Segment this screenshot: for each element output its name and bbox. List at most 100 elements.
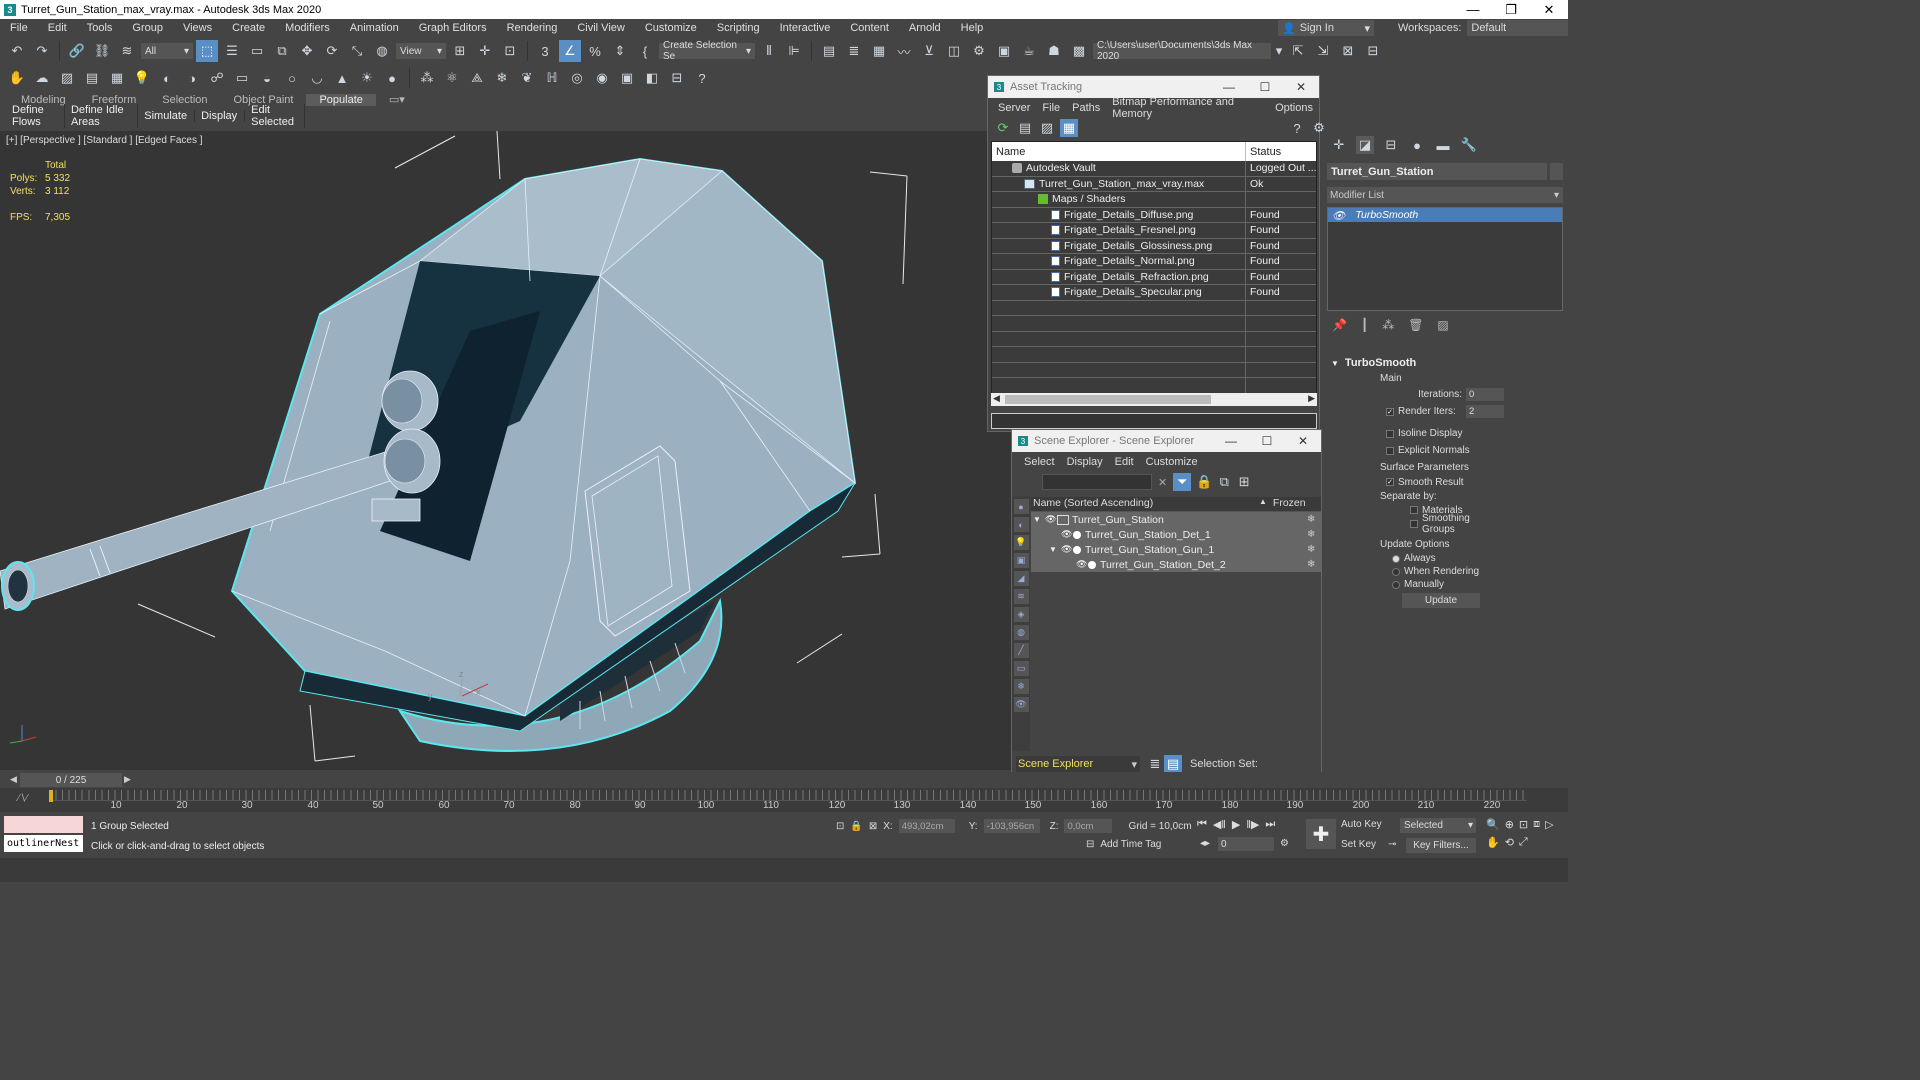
- pivot-icon[interactable]: ⊞: [449, 40, 471, 62]
- menu-arnold[interactable]: Arnold: [899, 22, 951, 34]
- column-frozen[interactable]: Frozen: [1267, 497, 1321, 511]
- track-bar[interactable]: ⁄∖⁄ 10 20 30 40 50 60 70 80 90 100 110 1…: [0, 788, 1568, 812]
- scroll-left-icon[interactable]: ◀: [993, 393, 1000, 404]
- y-coord-field[interactable]: -103,956cn: [983, 819, 1040, 833]
- time-slider[interactable]: ◀ 0 / 225 ▶: [0, 772, 1568, 788]
- mirror-icon[interactable]: ⫴: [758, 40, 780, 62]
- make-unique-icon[interactable]: ⁂: [1382, 318, 1394, 332]
- menu-group[interactable]: Group: [122, 22, 173, 34]
- expand-arrow-icon[interactable]: ▼: [1033, 515, 1045, 524]
- eye-icon[interactable]: 👁: [1061, 529, 1073, 540]
- menu-bitmap-performance[interactable]: Bitmap Performance and Memory: [1106, 96, 1269, 120]
- table-row[interactable]: Maps / Shaders: [992, 192, 1316, 208]
- bowl-icon[interactable]: ◡: [306, 67, 328, 89]
- container-filter-icon[interactable]: ▭: [1013, 661, 1029, 676]
- project-set-icon[interactable]: ⊠: [1337, 40, 1359, 62]
- menu-server[interactable]: Server: [992, 102, 1036, 114]
- scale-icon[interactable]: ⤡: [346, 40, 368, 62]
- add-time-tag[interactable]: ⊟ Add Time Tag: [1086, 839, 1161, 850]
- select-manipulate-icon[interactable]: ✛: [474, 40, 496, 62]
- named-selection-dropdown[interactable]: Create Selection Se ▾: [659, 40, 755, 62]
- sphere-light-icon[interactable]: ○: [281, 67, 303, 89]
- select-object-icon[interactable]: ⬚: [196, 40, 218, 62]
- hierarchy-icon[interactable]: ⧉: [1217, 473, 1231, 491]
- align-icon[interactable]: ⊫: [783, 40, 805, 62]
- tab-selection[interactable]: Selection: [149, 94, 220, 106]
- explicit-normals-checkbox[interactable]: [1386, 446, 1394, 455]
- render-iterative-icon[interactable]: ☗: [1043, 40, 1065, 62]
- ref-coord-dropdown[interactable]: View ▾: [396, 43, 446, 59]
- manually-radio[interactable]: [1392, 580, 1400, 589]
- zoom-extents-icon[interactable]: ⊡: [1519, 818, 1528, 831]
- tab-populate[interactable]: Populate: [306, 93, 376, 106]
- ribbon-options-icon[interactable]: ▭▾: [376, 93, 418, 106]
- scrollbar-thumb[interactable]: [1005, 395, 1211, 404]
- help-icon[interactable]: ?: [691, 67, 713, 89]
- auto-key-button[interactable]: Auto Key: [1341, 819, 1382, 830]
- object-color-swatch[interactable]: [1550, 163, 1563, 180]
- frozen-icon[interactable]: ❄: [1307, 544, 1315, 555]
- render-frame-icon[interactable]: ▣: [993, 40, 1015, 62]
- rect-selection-icon[interactable]: ▭: [246, 40, 268, 62]
- column-name[interactable]: Name: [992, 142, 1246, 161]
- frozen-icon[interactable]: ❄: [1307, 559, 1315, 570]
- redo-icon[interactable]: ↷: [31, 40, 53, 62]
- horizontal-scrollbar[interactable]: ◀ ▶: [991, 393, 1317, 406]
- layers-icon[interactable]: ≣: [1146, 755, 1164, 773]
- menu-edit[interactable]: Edit: [38, 22, 77, 34]
- create-tab-icon[interactable]: ✛: [1330, 136, 1348, 154]
- tree-row[interactable]: ▼ 👁 Turret_Gun_Station ❄: [1031, 512, 1321, 527]
- maxscript-input[interactable]: outlinerNest: [4, 835, 83, 852]
- move-icon[interactable]: ✥: [296, 40, 318, 62]
- column-status[interactable]: Status: [1246, 142, 1316, 161]
- scene-converter-icon[interactable]: ⊟: [666, 67, 688, 89]
- project-folder-icon[interactable]: ⇱: [1287, 40, 1309, 62]
- refresh-icon[interactable]: ⟳: [994, 119, 1012, 137]
- object-name-field[interactable]: Turret_Gun_Station: [1327, 163, 1547, 180]
- go-to-start-icon[interactable]: ⏮: [1197, 818, 1207, 831]
- define-flows-button[interactable]: Define Flows: [6, 104, 65, 128]
- curve-editor-toggle-icon[interactable]: ⁄∖⁄: [18, 793, 28, 804]
- menu-scripting[interactable]: Scripting: [707, 22, 770, 34]
- menu-create[interactable]: Create: [222, 22, 275, 34]
- menu-customize[interactable]: Customize: [1140, 456, 1204, 468]
- geometry-filter-icon[interactable]: ●: [1013, 499, 1029, 514]
- asset-path-field[interactable]: [991, 413, 1317, 429]
- placement-icon[interactable]: ◍: [371, 40, 393, 62]
- window-crossing-icon[interactable]: ⧉: [271, 40, 293, 62]
- always-radio[interactable]: [1392, 554, 1400, 563]
- column-name-sorted[interactable]: Name (Sorted Ascending): [1031, 497, 1259, 511]
- selection-lock-icon[interactable]: 🔒: [850, 821, 862, 832]
- menu-animation[interactable]: Animation: [340, 22, 409, 34]
- eye-icon[interactable]: 👁: [1045, 514, 1057, 525]
- key-filters-button[interactable]: Key Filters...: [1406, 838, 1476, 853]
- grid-icon[interactable]: ▦: [106, 67, 128, 89]
- material-editor-icon[interactable]: ◫: [943, 40, 965, 62]
- utilities-tab-icon[interactable]: 🔧: [1460, 136, 1478, 154]
- clear-icon[interactable]: ✕: [1158, 476, 1167, 489]
- close-icon[interactable]: ✕: [1283, 80, 1319, 94]
- bind-space-warp-icon[interactable]: ≋: [116, 40, 138, 62]
- layer-icon[interactable]: ⊞: [1237, 473, 1251, 491]
- tree-row[interactable]: ▼ 👁 Turret_Gun_Station_Gun_1 ❄: [1031, 542, 1321, 557]
- time-slider-thumb[interactable]: 0 / 225: [20, 773, 122, 787]
- render-setup-icon[interactable]: ⚙: [968, 40, 990, 62]
- unlink-icon[interactable]: ⛓: [91, 40, 113, 62]
- tree-row[interactable]: 👁 Turret_Gun_Station_Det_1 ❄: [1031, 527, 1321, 542]
- brush-icon[interactable]: ✋: [6, 67, 28, 89]
- maximize-icon[interactable]: ☐: [1249, 434, 1285, 448]
- cloud-icon[interactable]: ☁: [31, 67, 53, 89]
- next-frame-icon[interactable]: ▶: [124, 774, 131, 785]
- set-key-button[interactable]: Set Key: [1341, 839, 1376, 850]
- cone-icon[interactable]: ▲: [331, 67, 353, 89]
- mesh-light-icon[interactable]: ☍: [206, 67, 228, 89]
- tree-row[interactable]: 👁 Turret_Gun_Station_Det_2 ❄: [1031, 557, 1321, 572]
- camera-filter-icon[interactable]: ▣: [1013, 553, 1029, 568]
- smoothing-groups-checkbox[interactable]: [1410, 520, 1418, 528]
- render-icon[interactable]: ☕: [1018, 40, 1040, 62]
- chevron-down-icon[interactable]: ▾: [1274, 40, 1284, 62]
- menu-interactive[interactable]: Interactive: [770, 22, 841, 34]
- triangle-icon[interactable]: ⟁: [466, 67, 488, 89]
- select-by-name-icon[interactable]: ☰: [221, 40, 243, 62]
- modifier-list-dropdown[interactable]: Modifier List ▾: [1327, 187, 1563, 203]
